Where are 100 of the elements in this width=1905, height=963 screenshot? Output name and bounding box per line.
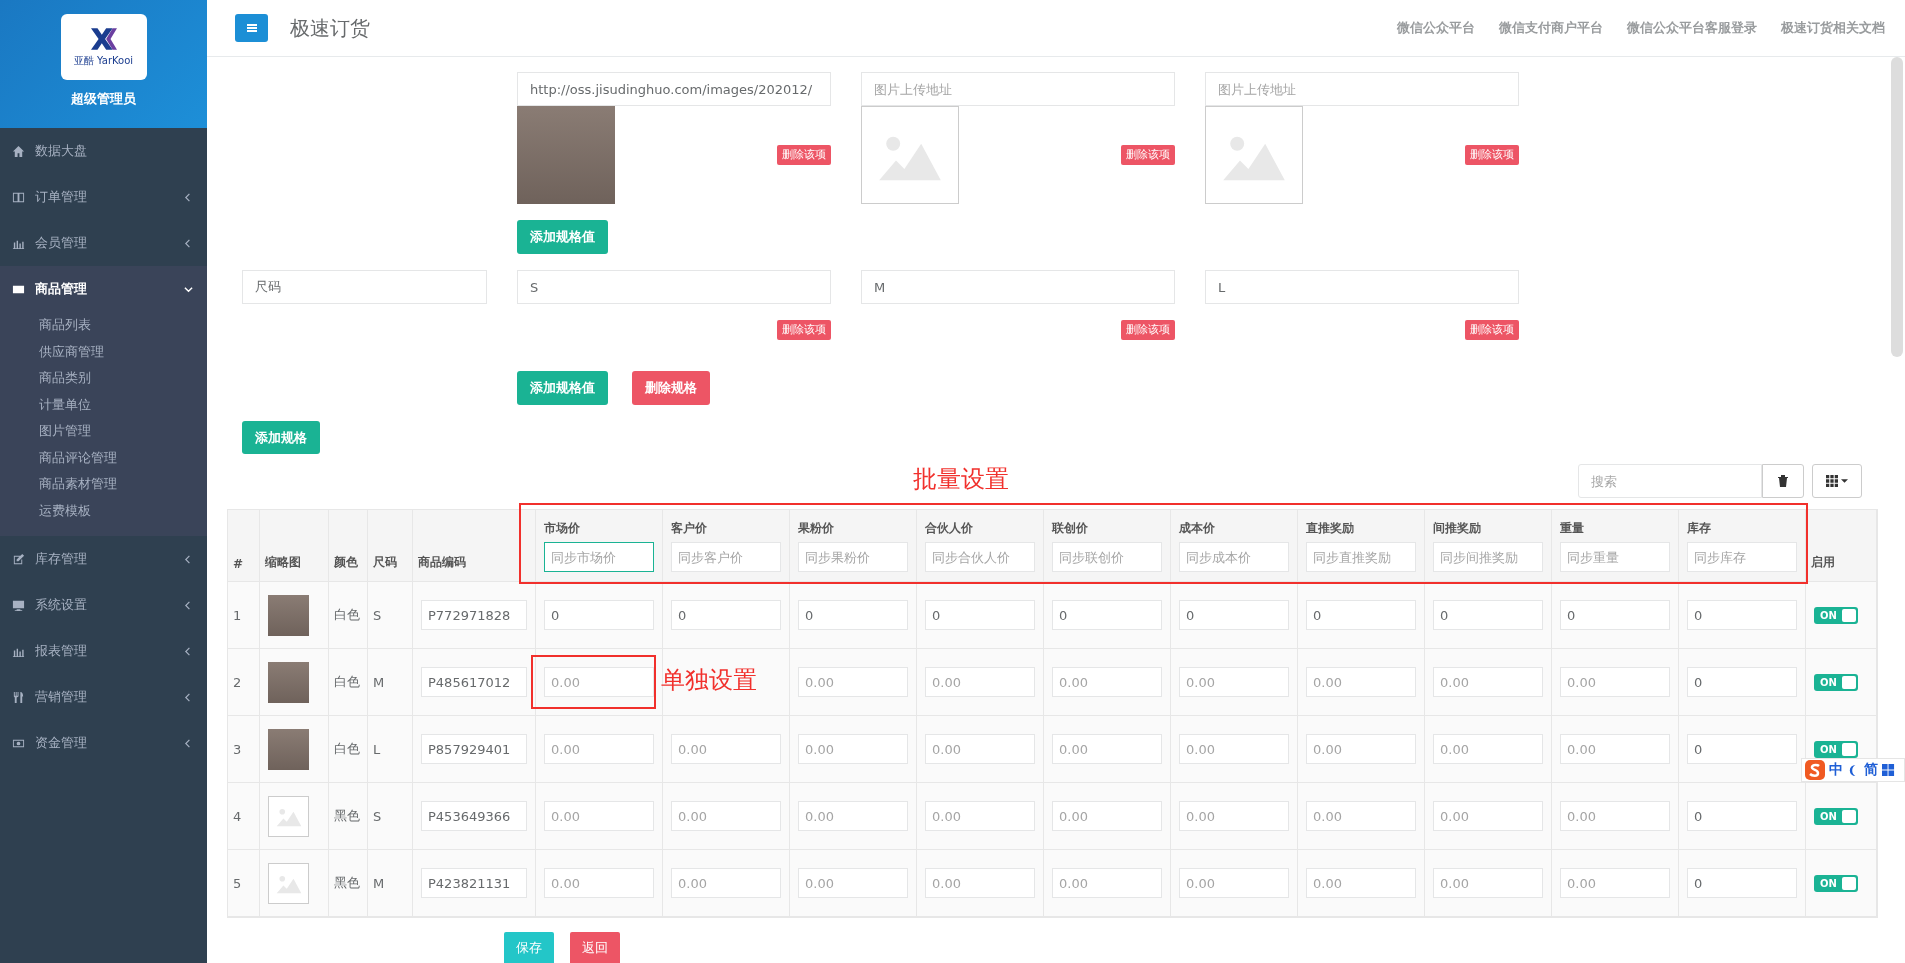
price-input-field[interactable]: 0.00 [798, 734, 908, 764]
price-input-field[interactable]: 0 [1687, 868, 1797, 898]
price-input-field[interactable]: 0 [798, 600, 908, 630]
price-input-field[interactable]: 0.00 [671, 801, 781, 831]
ime-charset-label[interactable]: 简 [1864, 761, 1878, 779]
delete-item-button[interactable]: 删除该项 [1121, 320, 1175, 340]
price-input-field[interactable]: 0 [1687, 801, 1797, 831]
delete-spec-button[interactable]: 删除规格 [632, 371, 710, 405]
price-input-field[interactable]: 0 [1306, 600, 1416, 630]
sku-code-field[interactable]: P857929401 [421, 734, 527, 764]
price-input-field[interactable]: 0 [1560, 600, 1670, 630]
ime-mode-label[interactable]: 中 [1829, 761, 1843, 779]
price-input-field[interactable]: 0.00 [1560, 667, 1670, 697]
price-input-field[interactable]: 0 [1052, 600, 1162, 630]
submenu-item[interactable]: 商品评论管理 [39, 444, 117, 471]
submenu-item[interactable]: 计量单位 [39, 391, 91, 418]
menu-button[interactable] [235, 14, 268, 42]
price-input-field[interactable]: 0 [544, 600, 654, 630]
price-input-field[interactable]: 0.00 [1433, 801, 1543, 831]
price-input-field[interactable]: 0.00 [544, 868, 654, 898]
price-input-field[interactable]: 0.00 [1306, 734, 1416, 764]
header-link[interactable]: 微信公众平台客服登录 [1627, 19, 1757, 37]
price-input-field[interactable]: 0 [1687, 600, 1797, 630]
scrollbar-drawing[interactable] [1891, 57, 1903, 357]
price-input-field[interactable]: 0 [671, 600, 781, 630]
header-link[interactable]: 微信公众平台 [1397, 19, 1475, 37]
submenu-item[interactable]: 运费模板 [39, 497, 91, 524]
price-input-field[interactable]: 0.00 [1560, 734, 1670, 764]
price-input-field[interactable]: 0.00 [1433, 734, 1543, 764]
price-input-field[interactable]: 0.00 [798, 868, 908, 898]
price-input-field[interactable]: 0.00 [925, 667, 1035, 697]
delete-item-button[interactable]: 删除该项 [777, 145, 831, 165]
menu-item[interactable]: 数据大盘 [0, 128, 207, 174]
header-link[interactable]: 微信支付商户平台 [1499, 19, 1603, 37]
price-input-field[interactable]: 0.00 [925, 734, 1035, 764]
spec-value-field[interactable]: http://oss.jisudinghuo.com/images/202012/ [517, 72, 831, 106]
columns-dropdown-button[interactable] [1812, 464, 1862, 498]
price-input-field[interactable]: 0.00 [1560, 801, 1670, 831]
sku-code-field[interactable]: P772971828 [421, 600, 527, 630]
price-input-field[interactable]: 0 [1179, 600, 1289, 630]
header-link[interactable]: 极速订货相关文档 [1781, 19, 1885, 37]
trash-button[interactable] [1762, 464, 1804, 498]
menu-item[interactable]: 商品管理 [0, 266, 207, 312]
spec-value-field[interactable]: 图片上传地址 [1205, 72, 1519, 106]
price-input-field[interactable]: 0.00 [544, 667, 654, 697]
price-input-field[interactable]: 0.00 [1052, 734, 1162, 764]
enable-toggle[interactable]: ON [1814, 606, 1858, 624]
batch-input-field[interactable]: 同步市场价 [544, 542, 654, 572]
price-input-field[interactable]: 0.00 [798, 801, 908, 831]
price-input-field[interactable]: 0.00 [1052, 801, 1162, 831]
spec-value-field[interactable]: L [1205, 270, 1519, 304]
menu-item[interactable]: 订单管理 [0, 174, 207, 220]
price-input-field[interactable]: 0.00 [544, 801, 654, 831]
delete-item-button[interactable]: 删除该项 [1465, 320, 1519, 340]
sku-code-field[interactable]: P453649366 [421, 801, 527, 831]
price-input-field[interactable]: 0.00 [671, 734, 781, 764]
price-input-field[interactable]: 0.00 [1179, 667, 1289, 697]
submenu-item[interactable]: 图片管理 [39, 418, 91, 445]
submenu-item[interactable]: 商品类别 [39, 365, 91, 392]
price-input-field[interactable]: 0.00 [1179, 734, 1289, 764]
sku-code-field[interactable]: P423821131 [421, 868, 527, 898]
add-spec-value-button[interactable]: 添加规格值 [517, 371, 608, 405]
price-input-field[interactable]: 0.00 [1052, 667, 1162, 697]
menu-item[interactable]: 会员管理 [0, 220, 207, 266]
menu-item[interactable]: 库存管理 [0, 536, 207, 582]
enable-toggle[interactable]: ON [1814, 807, 1858, 825]
price-input-field[interactable]: 0.00 [1433, 868, 1543, 898]
price-input-field[interactable]: 0.00 [544, 734, 654, 764]
delete-item-button[interactable]: 删除该项 [1121, 145, 1175, 165]
price-input-field[interactable]: 0.00 [798, 667, 908, 697]
search-field[interactable]: 搜索 [1578, 464, 1762, 498]
add-spec-button[interactable]: 添加规格 [242, 421, 320, 454]
enable-toggle[interactable]: ON [1814, 740, 1858, 758]
enable-toggle[interactable]: ON [1814, 874, 1858, 892]
delete-item-button[interactable]: 删除该项 [777, 320, 831, 340]
menu-item[interactable]: 系统设置 [0, 582, 207, 628]
sku-code-field[interactable]: P485617012 [421, 667, 527, 697]
spec-value-field[interactable]: 图片上传地址 [861, 72, 1175, 106]
price-input-field[interactable]: 0.00 [1433, 667, 1543, 697]
price-input-field[interactable]: 0.00 [1306, 868, 1416, 898]
price-input-field[interactable]: 0.00 [1306, 667, 1416, 697]
menu-item[interactable]: 营销管理 [0, 674, 207, 720]
submenu-item[interactable]: 供应商管理 [39, 338, 104, 365]
spec-value-field[interactable]: S [517, 270, 831, 304]
submenu-item[interactable]: 商品列表 [39, 312, 91, 339]
price-input-field[interactable]: 0.00 [925, 801, 1035, 831]
price-input-field[interactable]: 0.00 [1306, 801, 1416, 831]
submenu-item[interactable]: 商品素材管理 [39, 471, 117, 498]
price-input-field[interactable]: 0 [925, 600, 1035, 630]
price-input-field[interactable]: 0.00 [671, 868, 781, 898]
price-input-field[interactable]: 0 [1687, 667, 1797, 697]
spec-value-field[interactable]: M [861, 270, 1175, 304]
price-input-field[interactable]: 0 [1433, 600, 1543, 630]
delete-item-button[interactable]: 删除该项 [1465, 145, 1519, 165]
spec-name-field[interactable]: 尺码 [242, 270, 487, 304]
back-button[interactable]: 返回 [570, 932, 620, 963]
menu-item[interactable]: 报表管理 [0, 628, 207, 674]
price-input-field[interactable]: 0.00 [925, 868, 1035, 898]
price-input-field[interactable]: 0.00 [1179, 868, 1289, 898]
price-input-field[interactable]: 0 [1687, 734, 1797, 764]
